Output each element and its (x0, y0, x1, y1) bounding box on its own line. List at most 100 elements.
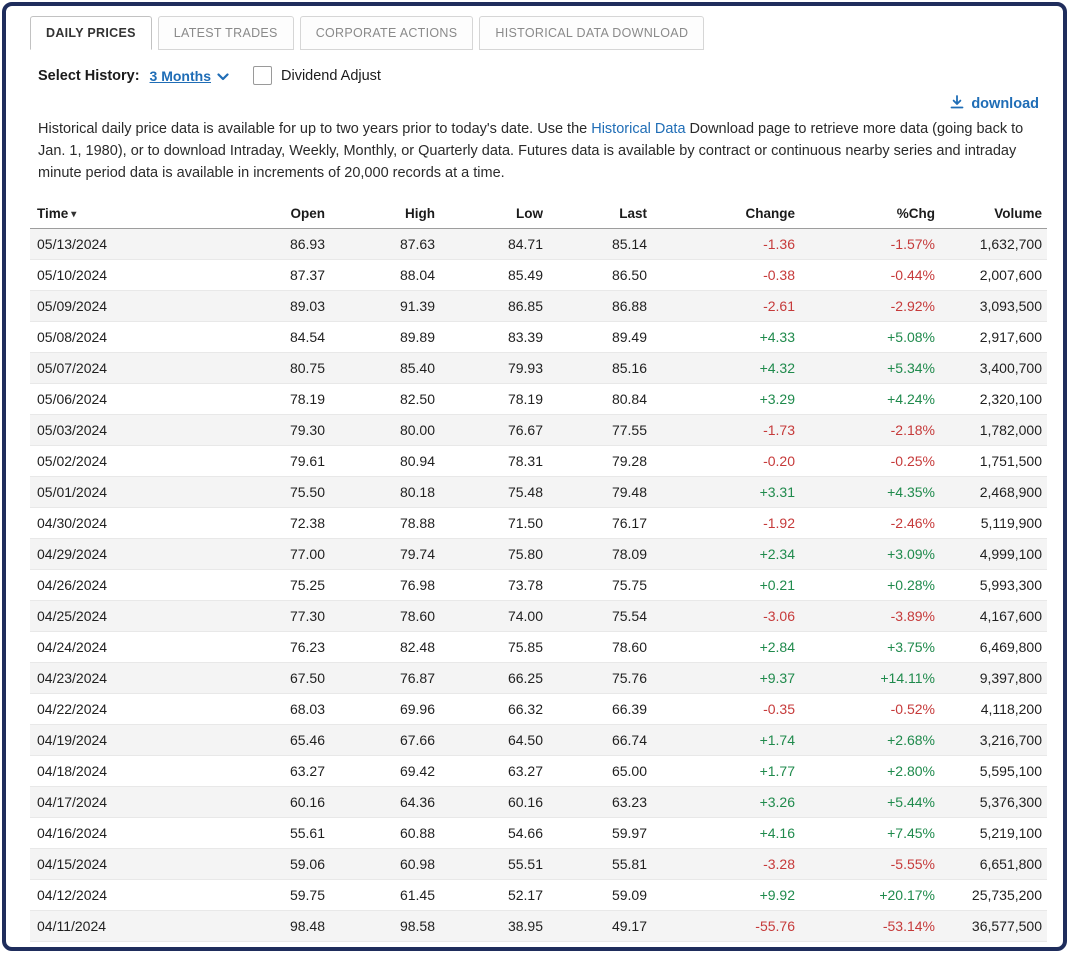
pct-change-cell: +5.34% (800, 353, 940, 384)
column-header-high[interactable]: High (330, 198, 440, 229)
table-row: 04/15/202459.0660.9855.5155.81-3.28-5.55… (30, 849, 1047, 880)
time-cell: 04/29/2024 (30, 539, 226, 570)
select-history-label: Select History: (38, 68, 140, 84)
low-cell: 71.50 (440, 508, 548, 539)
change-cell: -1.36 (652, 229, 800, 260)
change-cell: -3.06 (652, 601, 800, 632)
column-header-low[interactable]: Low (440, 198, 548, 229)
last-cell: 76.17 (548, 508, 652, 539)
low-cell: 52.17 (440, 880, 548, 911)
pct-change-cell: -0.25% (800, 446, 940, 477)
tab-historical-data-download[interactable]: HISTORICAL DATA DOWNLOAD (479, 16, 704, 50)
download-link[interactable]: download (950, 95, 1039, 113)
change-cell: +9.92 (652, 880, 800, 911)
high-cell: 64.36 (330, 787, 440, 818)
time-cell: 04/12/2024 (30, 880, 226, 911)
open-cell: 60.16 (226, 787, 330, 818)
last-cell: 66.39 (548, 694, 652, 725)
tab-latest-trades[interactable]: LATEST TRADES (158, 16, 294, 50)
table-row: 05/08/202484.5489.8983.3989.49+4.33+5.08… (30, 322, 1047, 353)
tab-corporate-actions[interactable]: CORPORATE ACTIONS (300, 16, 474, 50)
table-row: 04/29/202477.0079.7475.8078.09+2.34+3.09… (30, 539, 1047, 570)
volume-cell: 9,397,800 (940, 663, 1047, 694)
column-header-time[interactable]: Time▾ (30, 198, 226, 229)
low-cell: 83.39 (440, 322, 548, 353)
low-cell: 64.50 (440, 725, 548, 756)
low-cell: 79.93 (440, 353, 548, 384)
low-cell: 75.80 (440, 539, 548, 570)
high-cell: 79.74 (330, 539, 440, 570)
tab-daily-prices[interactable]: DAILY PRICES (30, 16, 152, 50)
volume-cell: 5,119,900 (940, 508, 1047, 539)
open-cell: 77.00 (226, 539, 330, 570)
last-cell: 75.76 (548, 663, 652, 694)
low-cell: 66.25 (440, 663, 548, 694)
volume-cell: 1,782,000 (940, 415, 1047, 446)
description-text: Historical daily price data is available… (38, 119, 1031, 184)
high-cell: 98.58 (330, 911, 440, 942)
table-row: 04/17/202460.1664.3660.1663.23+3.26+5.44… (30, 787, 1047, 818)
change-cell: +2.84 (652, 632, 800, 663)
change-cell: +3.31 (652, 477, 800, 508)
historical-data-link[interactable]: Historical Data (591, 121, 685, 137)
open-cell: 84.54 (226, 322, 330, 353)
volume-cell: 2,320,100 (940, 384, 1047, 415)
history-select-value: 3 Months (150, 68, 211, 84)
low-cell: 54.66 (440, 818, 548, 849)
high-cell: 80.18 (330, 477, 440, 508)
low-cell: 84.71 (440, 229, 548, 260)
high-cell: 69.42 (330, 756, 440, 787)
table-row: 04/24/202476.2382.4875.8578.60+2.84+3.75… (30, 632, 1047, 663)
time-cell: 05/02/2024 (30, 446, 226, 477)
main-panel: DAILY PRICES LATEST TRADES CORPORATE ACT… (2, 2, 1067, 951)
column-header-change[interactable]: Change (652, 198, 800, 229)
dividend-adjust-wrap: Dividend Adjust (253, 66, 381, 85)
column-header-last[interactable]: Last (548, 198, 652, 229)
time-cell: 04/11/2024 (30, 911, 226, 942)
pct-change-cell: +5.44% (800, 787, 940, 818)
pct-change-cell: -3.89% (800, 601, 940, 632)
table-row: 04/26/202475.2576.9873.7875.75+0.21+0.28… (30, 570, 1047, 601)
change-cell: -0.38 (652, 260, 800, 291)
change-cell: +1.77 (652, 756, 800, 787)
pct-change-cell: -2.18% (800, 415, 940, 446)
price-table: Time▾OpenHighLowLastChange%ChgVolume 05/… (30, 198, 1047, 942)
volume-cell: 2,917,600 (940, 322, 1047, 353)
column-header-open[interactable]: Open (226, 198, 330, 229)
time-cell: 05/10/2024 (30, 260, 226, 291)
open-cell: 75.50 (226, 477, 330, 508)
time-cell: 05/07/2024 (30, 353, 226, 384)
download-row: download (30, 95, 1039, 115)
change-cell: -0.35 (652, 694, 800, 725)
pct-change-cell: -0.44% (800, 260, 940, 291)
history-select[interactable]: 3 Months (150, 68, 229, 84)
high-cell: 80.94 (330, 446, 440, 477)
time-cell: 04/16/2024 (30, 818, 226, 849)
high-cell: 61.45 (330, 880, 440, 911)
table-row: 05/10/202487.3788.0485.4986.50-0.38-0.44… (30, 260, 1047, 291)
low-cell: 73.78 (440, 570, 548, 601)
dividend-adjust-checkbox[interactable] (253, 66, 272, 85)
time-cell: 05/09/2024 (30, 291, 226, 322)
last-cell: 77.55 (548, 415, 652, 446)
table-row: 04/16/202455.6160.8854.6659.97+4.16+7.45… (30, 818, 1047, 849)
volume-cell: 1,751,500 (940, 446, 1047, 477)
table-row: 04/25/202477.3078.6074.0075.54-3.06-3.89… (30, 601, 1047, 632)
high-cell: 60.88 (330, 818, 440, 849)
volume-cell: 5,219,100 (940, 818, 1047, 849)
column-header-volume[interactable]: Volume (940, 198, 1047, 229)
time-cell: 04/23/2024 (30, 663, 226, 694)
low-cell: 86.85 (440, 291, 548, 322)
table-row: 05/03/202479.3080.0076.6777.55-1.73-2.18… (30, 415, 1047, 446)
last-cell: 65.00 (548, 756, 652, 787)
volume-cell: 25,735,200 (940, 880, 1047, 911)
open-cell: 78.19 (226, 384, 330, 415)
last-cell: 59.09 (548, 880, 652, 911)
low-cell: 60.16 (440, 787, 548, 818)
change-cell: +3.26 (652, 787, 800, 818)
time-cell: 04/30/2024 (30, 508, 226, 539)
time-cell: 04/17/2024 (30, 787, 226, 818)
sort-desc-icon: ▾ (71, 209, 76, 220)
column-header-chg[interactable]: %Chg (800, 198, 940, 229)
high-cell: 67.66 (330, 725, 440, 756)
